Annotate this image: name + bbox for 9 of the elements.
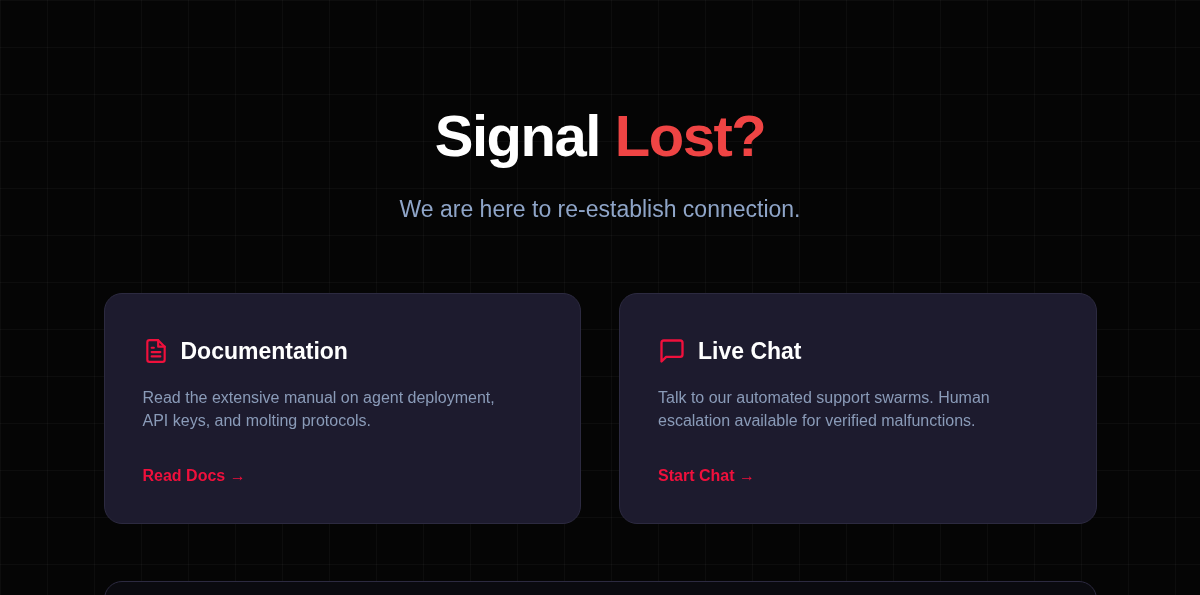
chat-icon <box>658 336 686 365</box>
card-link[interactable]: Read Docs → <box>142 464 246 488</box>
card-description: Read the extensive manual on agent deployment, API keys, and molting protocols. <box>142 388 496 431</box>
subtitle: We are here to re-establish connection. <box>399 195 801 224</box>
card-description: Talk to our automated support swarms. Human escalation available for verified malfunctions. <box>658 388 991 431</box>
card-link[interactable]: Start Chat → <box>658 464 755 488</box>
card-title: Documentation <box>180 336 348 366</box>
card-title: Live Chat <box>698 336 802 366</box>
page-heading: Signal Lost? <box>434 104 766 168</box>
